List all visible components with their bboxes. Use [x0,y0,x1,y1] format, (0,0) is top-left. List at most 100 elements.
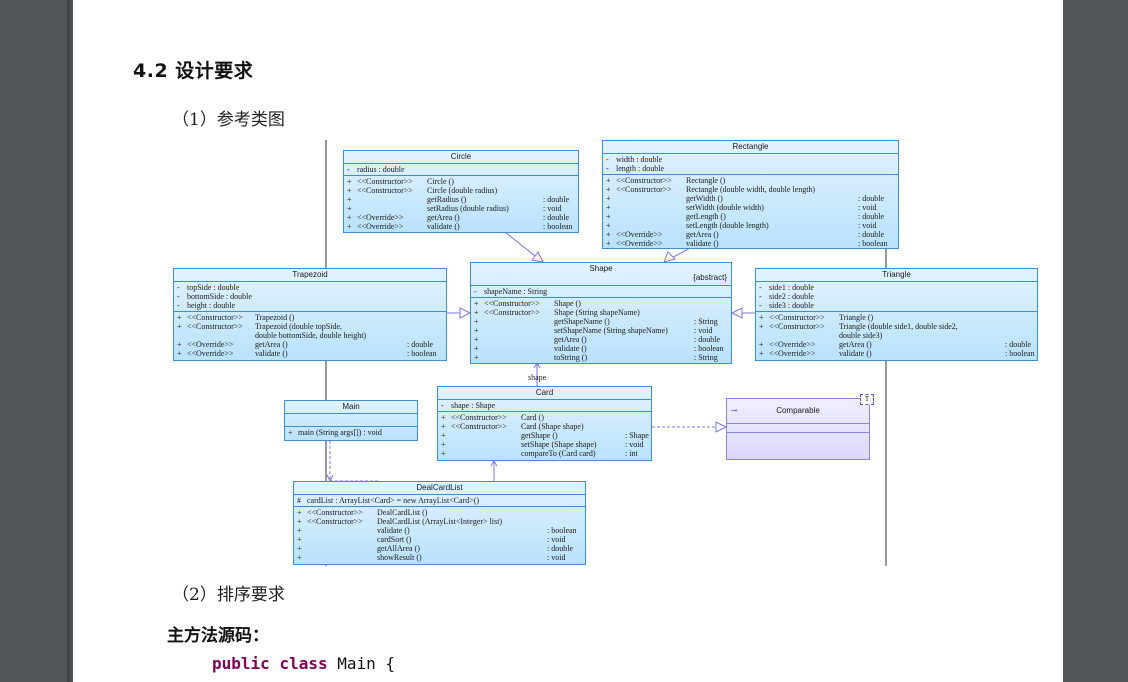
member-type: : double [547,544,573,553]
member-type: : double [858,230,884,239]
class-title: Main [285,401,417,414]
attribute-name: side3 : double [769,301,814,310]
member-name: validate () [377,526,410,535]
member-name: setShape (Shape shape) [521,440,597,449]
visibility-marker: + [474,353,479,362]
member-name: setWidth (double width) [686,203,764,212]
keyword-public: public [212,654,270,673]
visibility-marker: + [474,326,479,335]
stereotype: <<Override>> [357,222,404,231]
member-row: + getLength (): double [606,212,895,221]
attribute-row: - length : double [606,164,895,173]
member-row: + getShapeName (): String [474,317,728,326]
class-dealcardlist[interactable]: DealCardList # cardList : ArrayList<Card>… [293,481,586,565]
member-name: getArea () [255,340,288,349]
attributes: # cardList : ArrayList<Card> = new ArrayL… [294,495,585,507]
member-row: + <<Constructor>> DealCardList (ArrayList<… [297,517,582,526]
member-name: double bottomSide, double height) [255,331,367,340]
visibility-marker: + [177,340,182,349]
visibility-marker: + [606,194,611,203]
member-type: : Shape [625,431,649,440]
member-type: : void [858,221,877,230]
member-type: : boolean [1005,349,1035,358]
member-name: setShapeName (String shapeName) [554,326,668,335]
member-row: + <<Constructor>> Rectangle (double width,… [606,185,895,194]
visibility-marker: + [474,299,479,308]
stereotype: <<Constructor>> [616,185,672,194]
stereotype: <<Constructor>> [616,176,672,185]
visibility-marker: + [474,317,479,326]
class-title: Rectangle [603,141,898,154]
visibility-marker: + [474,308,479,317]
stereotype: <<Constructor>> [187,322,243,331]
member-row: + validate () : boolean [297,526,582,535]
member-row: + <<Override>> validate (): boolean [759,349,1035,358]
member-name: validate () [255,349,288,358]
visibility-marker: + [347,204,352,213]
member-row: + <<Constructor>> Trapezoid () [177,313,443,322]
stereotype: <<Constructor>> [451,422,507,431]
member-row: + <<Override>> validate (): boolean [177,349,443,358]
visibility-marker: + [441,422,446,431]
member-name: double side3) [839,331,883,340]
visibility-marker: + [606,176,611,185]
visibility-marker: + [347,177,352,186]
operations: + <<Constructor>> Rectangle () + <<Construct… [603,175,898,249]
attribute-name: shape : Shape [451,401,495,410]
member-name: getShape () [521,431,558,440]
class-card[interactable]: Card - shape : Shape + <<Constructor>> Card… [437,386,652,461]
member-row: + <<Constructor>> DealCardList () [297,508,582,517]
visibility-marker: + [347,186,352,195]
class-title: Shape {abstract} [471,263,731,286]
class-main[interactable]: Main + main (String args[]) : void [284,400,418,441]
member-name: validate () [839,349,872,358]
visibility-marker: - [441,401,444,410]
class-name: Shape [589,264,613,273]
member-name: Shape (String shapeName) [554,308,640,317]
interface-comparable[interactable]: ⊸ Comparable T [726,394,874,460]
stereotype: <<Constructor>> [484,308,540,317]
member-type: : boolean [547,526,577,535]
attribute-name: height : double [187,301,235,310]
visibility-marker: + [177,349,182,358]
class-trapezoid[interactable]: Trapezoid - topSide : double - bottomSide :… [173,268,447,361]
member-type: : void [547,535,566,544]
member-type: : double [858,212,884,221]
stereotype: <<Constructor>> [357,177,413,186]
member-name: DealCardList (ArrayList<Integer> list) [377,517,502,526]
member-name: getArea () [427,213,460,222]
keyword-class: class [279,654,328,673]
member-name: validate () [554,344,587,353]
member-name: validate () [686,239,719,248]
type-parameter: T [860,394,874,405]
member-name: Trapezoid (double topSide, [255,322,343,331]
stereotype: <<Override>> [769,349,816,358]
operations [727,433,869,435]
member-name: Circle (double radius) [427,186,498,195]
attribute-name: width : double [616,155,663,164]
visibility-marker: + [606,203,611,212]
member-row: + <<Override>> validate (): boolean [347,222,575,231]
stereotype: <<Constructor>> [484,299,540,308]
stereotype: <<Constructor>> [769,322,825,331]
visibility-marker: + [297,508,302,517]
class-rectangle[interactable]: Rectangle - width : double - length : doubl… [602,140,899,249]
visibility-marker: + [441,440,446,449]
member-row: + main (String args[]) : void [288,428,414,437]
stereotype: <<Override>> [769,340,816,349]
class-circle[interactable]: Circle - radius : double + <<Constructor>>… [343,150,579,233]
member-name: Shape () [554,299,581,308]
visibility-marker: + [606,239,611,248]
member-row: + <<Override>> validate (): boolean [606,239,895,248]
visibility-marker: + [297,553,302,562]
member-row: + <<Constructor>> Circle (double radius) [347,186,575,195]
attribute-row: - height : double [177,301,443,310]
class-shape[interactable]: Shape {abstract} - shapeName : String + <<… [470,262,732,364]
member-name: getLength () [686,212,726,221]
stereotype: <<Constructor>> [357,186,413,195]
visibility-marker: + [297,526,302,535]
member-row: + <<Constructor>> Shape () [474,299,728,308]
member-row: + setWidth (double width): void [606,203,895,212]
attribute-name: length : double [616,164,664,173]
class-triangle[interactable]: Triangle - side1 : double - side2 : double -… [755,268,1038,361]
